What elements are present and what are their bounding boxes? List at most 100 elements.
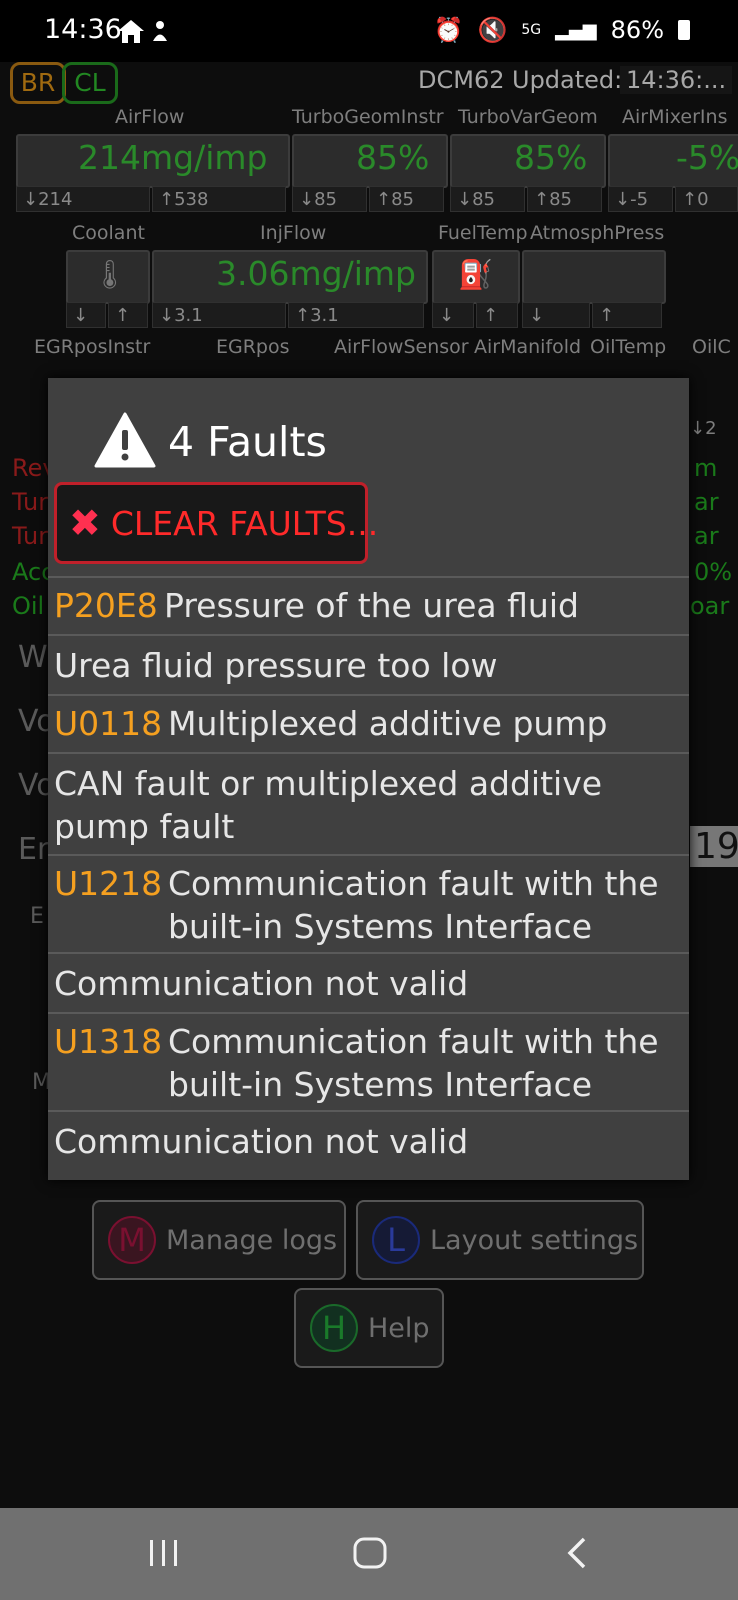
turbogeom-max: ↑85 [369, 186, 444, 212]
fault-description: Communication fault with the built-in Sy… [168, 864, 659, 946]
right-number: 19 [690, 826, 738, 867]
turbogeominstr-label: TurboGeomInstr [292, 106, 444, 128]
dialog-title: 4 Faults [168, 418, 327, 466]
edge-left-4: Oil [12, 592, 45, 620]
edge-right-1: ar [694, 488, 719, 516]
atmospress-max: ↑ [592, 302, 662, 328]
edge-left-1: Tur [12, 488, 49, 516]
box-e: E [30, 904, 44, 929]
fault-code-row[interactable]: U0118 Multiplexed additive pump [48, 694, 689, 752]
signal-icon: ▂▄▆ [555, 19, 597, 41]
turbovargeom-value: 85% [514, 138, 588, 177]
updated-label: Updated: [512, 66, 623, 94]
airmixer-label: AirMixerIns [622, 106, 728, 128]
airmixer-value: -5% [676, 138, 738, 177]
turbovargeom-label: TurboVarGeom [458, 106, 598, 128]
airflow-label: AirFlow [115, 106, 185, 128]
fault-detail: Communication not valid [54, 1122, 469, 1161]
device-name: DCM62 [418, 66, 505, 94]
turbogeominstr-value: 85% [356, 138, 430, 177]
fault-detail: Communication not valid [54, 964, 469, 1003]
edge-right-3: 0% [694, 558, 733, 586]
edge-right-4: oar [690, 592, 730, 620]
airflowsensor-label: AirFlowSensor [334, 336, 469, 358]
thermometer-icon: 🌡 [92, 258, 128, 291]
atmospress-min: ↓ [522, 302, 590, 328]
fault-description: Communication fault with the built-in Sy… [168, 1022, 659, 1104]
fault-description: Multiplexed additive pump [168, 704, 608, 743]
edge-right-0: m [694, 454, 718, 482]
turbovar-max: ↑85 [527, 186, 602, 212]
help-label: Help [368, 1312, 430, 1344]
manage-logs-button[interactable]: M Manage logs [92, 1200, 346, 1280]
edge-left-2: Tur [12, 522, 49, 550]
box-w: W [18, 640, 48, 675]
airflow-value: 214mg/imp [78, 138, 268, 177]
help-button[interactable]: H Help [294, 1288, 444, 1368]
fueltemp-label: FuelTemp [438, 222, 528, 244]
navigation-bar [0, 1508, 738, 1600]
atmospress-gauge[interactable] [522, 250, 666, 304]
coolant-gauge[interactable]: 🌡 [66, 250, 150, 304]
layout-settings-button[interactable]: L Layout settings [356, 1200, 644, 1280]
home-icon [118, 20, 144, 43]
airflow-max: ↑538 [152, 186, 286, 212]
fault-code-row[interactable]: U1218 Communication fault with the built… [48, 854, 689, 952]
clear-faults-button[interactable]: ✖ CLEAR FAULTS... [54, 482, 378, 564]
updated-time: 14:36:... [620, 66, 733, 94]
fault-detail: Urea fluid pressure too low [54, 646, 498, 685]
fueltemp-gauge[interactable]: ⛽ [432, 250, 520, 304]
injflow-value: 3.06mg/imp [216, 254, 416, 293]
close-x-icon: ✖ [69, 501, 101, 545]
cl-chip[interactable]: CL [62, 62, 118, 104]
edge-right-2: ar [694, 522, 719, 550]
turbogeom-min: ↓85 [292, 186, 367, 212]
fault-code: U1318 [54, 1022, 163, 1061]
fault-detail-row[interactable]: CAN fault or multiplexed additive pump f… [48, 752, 689, 854]
airflow-min: ↓214 [16, 186, 150, 212]
fault-description: Pressure of the urea fluid [164, 586, 579, 625]
row3-right-min: ↓2 [690, 418, 717, 439]
recent-apps-icon[interactable] [148, 1538, 180, 1568]
warning-icon [94, 412, 156, 468]
battery-icon [678, 20, 690, 40]
turbovar-min: ↓85 [450, 186, 525, 212]
oilc-label: OilC [692, 336, 731, 358]
coolant-min: ↓ [66, 302, 106, 328]
layout-settings-icon: L [372, 1216, 420, 1264]
faults-dialog: 4 Faults ✖ CLEAR FAULTS... P20E8 Pressur… [48, 378, 689, 1180]
egrposinstr-label: EGRposInstr [34, 336, 151, 358]
fault-code-row[interactable]: U1318 Communication fault with the built… [48, 1012, 689, 1110]
home-nav-icon[interactable] [352, 1536, 388, 1570]
airmixer-max: ↑0 [675, 186, 738, 212]
br-chip[interactable]: BR [10, 62, 66, 104]
airmanifold-label: AirManifold [474, 336, 582, 358]
coolant-max: ↑ [108, 302, 148, 328]
fault-detail: CAN fault or multiplexed additive pump f… [54, 764, 603, 846]
oiltemp-label: OilTemp [590, 336, 667, 358]
person-icon [153, 21, 167, 41]
fuel-pump-icon: ⛽ [458, 258, 493, 291]
mute-icon: 🔇 [477, 16, 508, 44]
status-right: ⏰ 🔇 5G ▂▄▆ 86% [434, 16, 690, 44]
airmixer-min: ↓-5 [608, 186, 673, 212]
atmospress-label: AtmosphPress [530, 222, 665, 244]
egrpos-label: EGRpos [216, 336, 290, 358]
injflow-max: ↑3.1 [288, 302, 424, 328]
clear-faults-label: CLEAR FAULTS... [110, 503, 379, 543]
fault-detail-row[interactable]: Communication not valid [48, 952, 689, 1012]
injflow-label: InjFlow [260, 222, 327, 244]
fault-detail-row[interactable]: Communication not valid [48, 1110, 689, 1180]
fault-code: P20E8 [54, 586, 158, 625]
injflow-min: ↓3.1 [152, 302, 286, 328]
status-bar: 14:36 ⏰ 🔇 5G ▂▄▆ 86% [0, 0, 738, 62]
battery-level: 86% [610, 16, 664, 44]
layout-settings-label: Layout settings [430, 1224, 639, 1256]
coolant-label: Coolant [72, 222, 145, 244]
fault-detail-row[interactable]: Urea fluid pressure too low [48, 634, 689, 694]
back-icon[interactable] [564, 1536, 588, 1570]
network-label: 5G [521, 22, 542, 38]
fault-code-row[interactable]: P20E8 Pressure of the urea fluid [48, 576, 689, 634]
alarm-icon: ⏰ [433, 16, 464, 44]
fueltemp-min: ↓ [432, 302, 474, 328]
